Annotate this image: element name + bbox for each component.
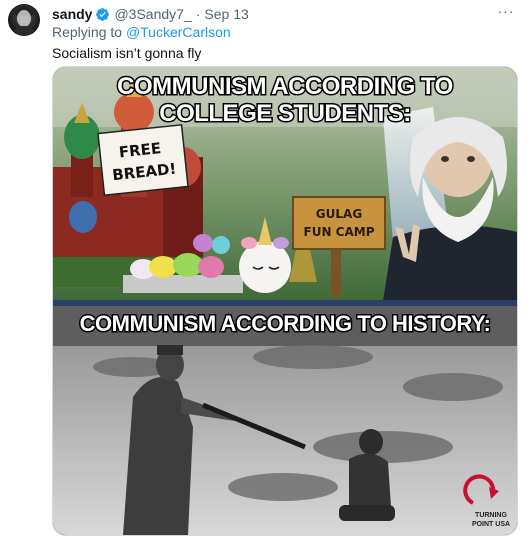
- avatar-face: [17, 10, 31, 27]
- replying-prefix: Replying to: [52, 24, 126, 40]
- tweet-date[interactable]: Sep 13: [204, 6, 248, 22]
- more-horizontal-icon[interactable]: ···: [494, 2, 518, 20]
- tweet-media-image[interactable]: FREE BREAD! GULAG FUN CAMP COMMUNISM ACC…: [52, 66, 518, 536]
- tweet: sandy @3Sandy7_ · Sep 13 ··· Replying to…: [0, 0, 530, 539]
- bottom-panel: COMMUNISM ACCORDING TO HISTORY: TURNING …: [53, 306, 517, 535]
- avatar[interactable]: [8, 4, 40, 36]
- caption-top-line2: COLLEGE STUDENTS:: [159, 100, 411, 127]
- free-bread-sign: FREE BREAD!: [97, 123, 189, 197]
- top-panel: FREE BREAD! GULAG FUN CAMP COMMUNISM ACC…: [53, 67, 517, 301]
- tweet-text: Socialism isn’t gonna fly: [52, 45, 202, 61]
- author-name[interactable]: sandy: [52, 6, 92, 22]
- separator-dot: ·: [195, 6, 201, 22]
- wood-sign-text-line1: GULAG: [316, 207, 362, 221]
- replying-to-line: Replying to @TuckerCarlson: [52, 24, 231, 40]
- replying-to-link[interactable]: @TuckerCarlson: [126, 24, 231, 40]
- verified-badge-icon: [96, 7, 110, 21]
- wood-sign-text-line2: FUN CAMP: [304, 225, 375, 239]
- avatar-shoulders: [11, 26, 37, 36]
- caption-top-line1: COMMUNISM ACCORDING TO: [117, 73, 453, 100]
- meme-image: FREE BREAD! GULAG FUN CAMP COMMUNISM ACC…: [53, 67, 517, 535]
- caption-bottom: COMMUNISM ACCORDING TO HISTORY:: [80, 311, 491, 336]
- author-handle[interactable]: @3Sandy7_: [114, 6, 191, 22]
- logo-text-line2: POINT USA: [472, 521, 510, 528]
- tweet-header: sandy @3Sandy7_ · Sep 13: [52, 5, 249, 23]
- panel-divider: [53, 300, 517, 306]
- logo-text-line1: TURNING: [475, 512, 507, 519]
